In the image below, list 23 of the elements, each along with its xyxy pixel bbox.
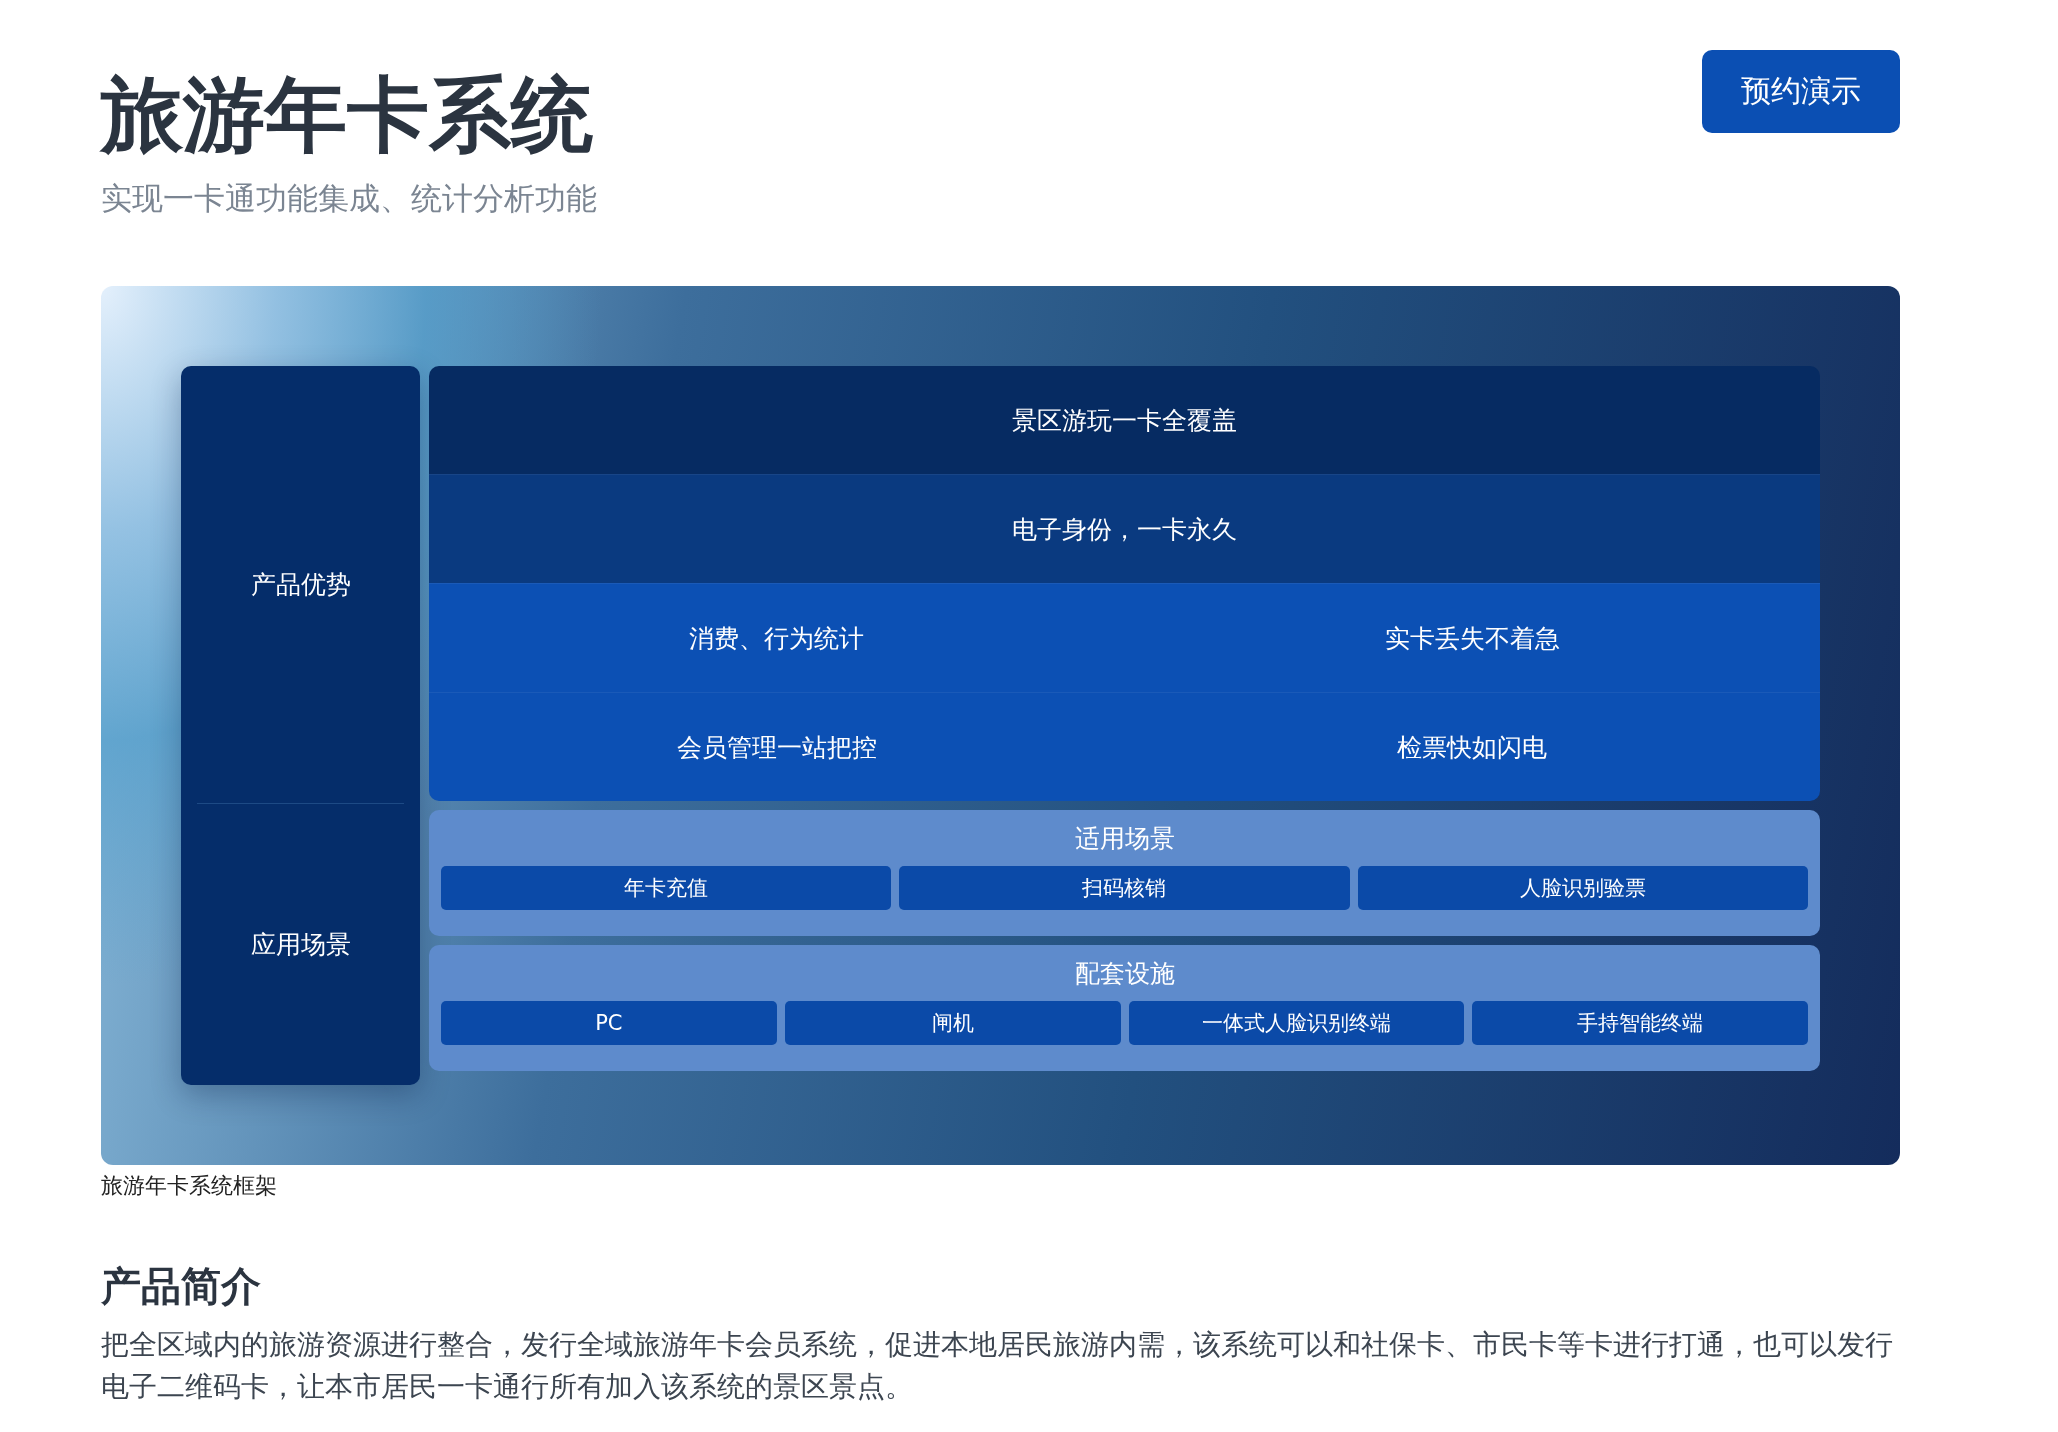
book-demo-button[interactable]: 预约演示: [1702, 50, 1900, 133]
page-title: 旅游年卡系统: [101, 70, 594, 161]
panel-item: 一体式人脸识别终端: [1128, 1001, 1465, 1046]
advantage-text: 实卡丢失不着急: [1383, 622, 1561, 655]
advantage-text: 电子身份，一卡永久: [1011, 513, 1238, 546]
section-heading: 产品简介: [101, 1262, 262, 1312]
panel-item: 年卡充值: [441, 866, 892, 911]
page-subtitle: 实现一卡通功能集成、统计分析功能: [101, 179, 597, 219]
panel-item: 手持智能终端: [1472, 1001, 1808, 1046]
panel-title: 适用场景: [1074, 823, 1175, 856]
side-label: 应用场景: [250, 929, 351, 962]
advantage-text: 会员管理一站把控: [675, 731, 878, 764]
advantage-text: 消费、行为统计: [688, 622, 866, 655]
panel-item: 扫码核销: [899, 866, 1350, 911]
advantage-text: 检票快如闪电: [1396, 731, 1549, 764]
panel-item: 人脸识别验票: [1357, 866, 1808, 911]
panel-item: PC: [441, 1001, 777, 1046]
side-label: 产品优势: [250, 569, 351, 602]
panel-title: 配套设施: [1074, 958, 1175, 991]
diagram-caption: 旅游年卡系统框架: [101, 1172, 278, 1201]
intro-paragraph: 把全区域内的旅游资源进行整合，发行全域旅游年卡会员系统，促进本地居民旅游内需，该系统可以和社保卡、市民卡等卡进行打通，也可以发行电子二维码卡，让本市居民一卡通行所有加入该系统的景区景点。: [101, 1327, 1894, 1406]
advantage-text: 景区游玩一卡全覆盖: [1011, 404, 1238, 437]
panel-item: 闸机: [784, 1001, 1121, 1046]
